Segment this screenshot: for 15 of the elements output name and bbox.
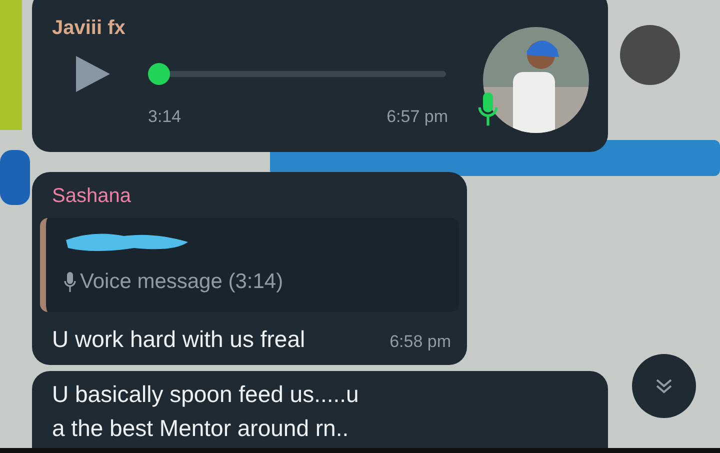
progress-thumb[interactable] xyxy=(148,63,170,85)
quoted-message[interactable]: Voice message (3:14) xyxy=(40,218,459,312)
play-icon xyxy=(74,54,112,94)
sender-name: Sashana xyxy=(52,184,131,208)
message-text: U basically spoon feed us.....u a the best Mentor around rn.. xyxy=(52,380,360,442)
play-button[interactable] xyxy=(74,54,112,94)
quote-text: Voice message (3:14) xyxy=(80,269,284,295)
sender-name: Javiii fx xyxy=(52,18,126,38)
audio-track[interactable] xyxy=(148,63,446,85)
duration: 3:14 xyxy=(148,106,182,128)
timestamp: 6:58 pm xyxy=(390,331,451,353)
microphone-icon xyxy=(478,91,498,127)
message-text: U work hard with us freal xyxy=(52,325,306,354)
microphone-icon xyxy=(64,272,76,292)
timestamp: 6:57 pm xyxy=(386,106,448,128)
